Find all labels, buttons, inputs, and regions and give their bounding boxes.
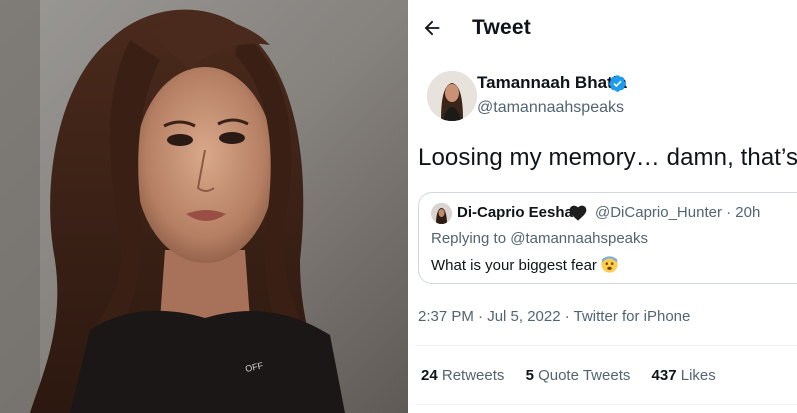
tweet-text: Loosing my memory… damn, that’s so (418, 144, 797, 171)
likes-count: 437 (651, 367, 677, 384)
portrait-photo: OFF (0, 0, 408, 413)
quoted-tweet-card[interactable]: Di-Caprio Eesha @DiCaprio_Hunter · 20h R… (418, 192, 797, 284)
tweet-stats: 24 Retweets 5 Quote Tweets 437 Likes (421, 367, 733, 384)
retweets-stat[interactable]: 24 Retweets (421, 367, 504, 384)
portrait-illustration: OFF (0, 0, 408, 413)
verified-badge-icon (609, 75, 626, 92)
author-display-name[interactable]: Tamannaah Bhatia (477, 73, 627, 93)
quoted-replying-to: Replying to @tamannaahspeaks (431, 230, 649, 247)
divider (415, 345, 797, 346)
avatar-image (427, 71, 477, 121)
quoted-author-avatar (431, 203, 452, 224)
author-avatar[interactable] (427, 71, 477, 121)
quote-tweets-count: 5 (525, 367, 534, 384)
black-heart-icon (569, 205, 587, 221)
quote-tweets-label: Quote Tweets (538, 367, 631, 384)
quoted-author-handle-time: @DiCaprio_Hunter · 20h (595, 204, 761, 221)
quote-tweets-stat[interactable]: 5 Quote Tweets (526, 367, 631, 384)
quoted-author-name: Di-Caprio Eesha (457, 204, 573, 221)
quoted-avatar-image (431, 203, 452, 224)
author-handle[interactable]: @tamannaahspeaks (477, 99, 624, 117)
arrow-left-icon[interactable] (421, 17, 443, 39)
divider (415, 404, 797, 405)
quoted-text-content: What is your biggest fear (431, 257, 597, 274)
fearful-face-icon (601, 256, 618, 273)
panel-divider (408, 0, 415, 413)
tweet-header: Tweet (415, 0, 797, 58)
retweets-count: 24 (421, 367, 438, 384)
quoted-tweet-text: What is your biggest fear (431, 256, 618, 274)
likes-stat[interactable]: 437 Likes (652, 367, 716, 384)
likes-label: Likes (680, 367, 716, 384)
tweet-panel: Tweet Tamannaah Bhatia @tamannaahspeaks … (415, 0, 797, 413)
page-title: Tweet (472, 16, 531, 39)
retweets-label: Retweets (441, 367, 505, 384)
screenshot-canvas: OFF Tweet Tamannaah Bhatia @tamannaahspe… (0, 0, 797, 413)
tweet-timestamp[interactable]: 2:37 PM · Jul 5, 2022 · Twitter for iPho… (418, 308, 690, 325)
